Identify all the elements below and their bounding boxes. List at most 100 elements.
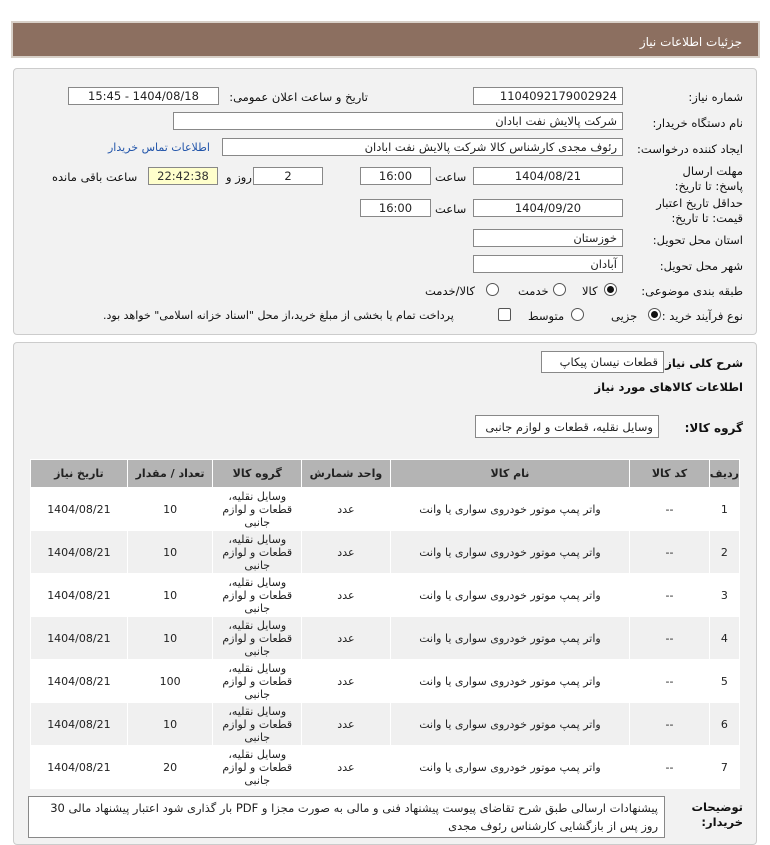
deadline-label: مهلت ارسال پاسخ: تا تاریخ: <box>674 164 743 193</box>
item-need-date: 1404/08/21 <box>30 573 128 617</box>
row-number: 1 <box>708 487 741 531</box>
item-unit: عدد <box>301 702 391 746</box>
col-header-unit: واحد شمارش <box>301 459 391 488</box>
days-label: روز و <box>226 170 252 184</box>
table-row[interactable]: 5 -- واتر پمپ موتور خودروی سواری یا وانت… <box>30 659 741 703</box>
item-code: -- <box>629 702 710 746</box>
announce-field[interactable]: 1404/08/18 - 15:45 <box>68 87 219 105</box>
item-name: واتر پمپ موتور خودروی سواری یا وانت <box>389 659 631 703</box>
remaining-time-field: 22:42:38 <box>148 167 218 185</box>
col-header-item-code: کد کالا <box>629 459 710 488</box>
category-service-radio[interactable] <box>553 283 566 296</box>
item-unit: عدد <box>301 659 391 703</box>
buyer-contact-link[interactable]: اطلاعات تماس خریدار <box>108 141 210 154</box>
creator-field[interactable]: رئوف مجدی کارشناس کالا شرکت پالایش نفت ا… <box>222 138 623 156</box>
col-header-item-name: نام کالا <box>389 459 631 488</box>
item-group: وسایل نقلیه، قطعات و لوازم جانبی <box>212 745 303 789</box>
item-group: وسایل نقلیه، قطعات و لوازم جانبی <box>212 487 303 531</box>
goods-info-title: اطلاعات کالاهای مورد نیاز <box>594 380 743 394</box>
item-need-date: 1404/08/21 <box>30 702 128 746</box>
purchase-minor-label: جزیی <box>611 309 638 323</box>
row-number: 2 <box>708 530 741 574</box>
table-row[interactable]: 1 -- واتر پمپ موتور خودروی سواری یا وانت… <box>30 487 741 531</box>
deadline-date-field[interactable]: 1404/08/21 <box>473 167 623 185</box>
purchase-minor-radio[interactable] <box>648 308 661 321</box>
col-header-row-number: ردیف <box>708 459 741 488</box>
item-unit: عدد <box>301 745 391 789</box>
general-desc-label: شرح کلی نیاز: <box>660 356 743 370</box>
item-name: واتر پمپ موتور خودروی سواری یا وانت <box>389 573 631 617</box>
item-quantity: 20 <box>126 745 214 789</box>
item-group: وسایل نقلیه، قطعات و لوازم جانبی <box>212 573 303 617</box>
buyer-org-field[interactable]: شرکت پالایش نفت ابادان <box>173 112 623 130</box>
table-row[interactable]: 7 -- واتر پمپ موتور خودروی سواری یا وانت… <box>30 745 741 789</box>
table-header-row: ردیف کد کالا نام کالا واحد شمارش گروه کا… <box>30 459 741 488</box>
item-name: واتر پمپ موتور خودروی سواری یا وانت <box>389 530 631 574</box>
purchase-medium-label: متوسط <box>528 309 565 323</box>
treasury-payment-note: پرداخت تمام یا بخشی از مبلغ خرید،از محل … <box>103 309 454 322</box>
row-number: 5 <box>708 659 741 703</box>
general-desc-field[interactable]: قطعات نیسان پیکاپ <box>541 351 664 373</box>
item-need-date: 1404/08/21 <box>30 616 128 660</box>
table-row[interactable]: 6 -- واتر پمپ موتور خودروی سواری یا وانت… <box>30 702 741 746</box>
need-number-label: شماره نیاز: <box>688 90 743 104</box>
col-header-quantity: تعداد / مقدار <box>126 459 214 488</box>
validity-date-field[interactable]: 1404/09/20 <box>473 199 623 217</box>
need-number-field[interactable]: 1104092179002924 <box>473 87 623 105</box>
item-unit: عدد <box>301 616 391 660</box>
days-remaining-field[interactable]: 2 <box>253 167 323 185</box>
col-header-need-date: تاریخ نیاز <box>30 459 128 488</box>
item-name: واتر پمپ موتور خودروی سواری یا وانت <box>389 616 631 660</box>
row-number: 3 <box>708 573 741 617</box>
item-code: -- <box>629 745 710 789</box>
buyer-notes-field[interactable]: پیشنهادات ارسالی طبق شرح تقاضای پیوست پی… <box>28 796 665 838</box>
validity-time-field[interactable]: 16:00 <box>360 199 431 217</box>
validity-time-label: ساعت <box>435 202 467 216</box>
city-label: شهر محل تحویل: <box>659 259 743 273</box>
category-both-radio[interactable] <box>486 283 499 296</box>
purchase-type-label: نوع فرآیند خرید : <box>661 309 743 323</box>
category-goods-radio[interactable] <box>604 283 617 296</box>
row-number: 4 <box>708 616 741 660</box>
province-label: استان محل تحویل: <box>652 233 743 247</box>
row-number: 7 <box>708 745 741 789</box>
table-row[interactable]: 4 -- واتر پمپ موتور خودروی سواری یا وانت… <box>30 616 741 660</box>
page-title: جزئیات اطلاعات نیاز <box>639 35 742 49</box>
item-code: -- <box>629 487 710 531</box>
goods-table: ردیف کد کالا نام کالا واحد شمارش گروه کا… <box>30 459 741 789</box>
item-unit: عدد <box>301 487 391 531</box>
buyer-notes-label: توضیحات خریدار: <box>691 800 744 829</box>
goods-group-field[interactable]: وسایل نقلیه، قطعات و لوازم جانبی <box>475 415 659 438</box>
category-label: طبقه بندی موضوعی: <box>641 284 743 298</box>
item-quantity: 10 <box>126 530 214 574</box>
page-header: جزئیات اطلاعات نیاز <box>11 21 760 58</box>
item-quantity: 10 <box>126 616 214 660</box>
remaining-time-label: ساعت باقی مانده <box>52 170 138 184</box>
item-group: وسایل نقلیه، قطعات و لوازم جانبی <box>212 530 303 574</box>
category-service-label: خدمت <box>518 284 549 298</box>
item-need-date: 1404/08/21 <box>30 659 128 703</box>
table-row[interactable]: 2 -- واتر پمپ موتور خودروی سواری یا وانت… <box>30 530 741 574</box>
category-both-label: کالا/خدمت <box>425 284 476 298</box>
deadline-time-field[interactable]: 16:00 <box>360 167 431 185</box>
item-name: واتر پمپ موتور خودروی سواری یا وانت <box>389 487 631 531</box>
item-need-date: 1404/08/21 <box>30 745 128 789</box>
category-goods-label: کالا <box>582 284 598 298</box>
province-field[interactable]: خوزستان <box>473 229 623 247</box>
item-code: -- <box>629 573 710 617</box>
item-name: واتر پمپ موتور خودروی سواری یا وانت <box>389 702 631 746</box>
item-group: وسایل نقلیه، قطعات و لوازم جانبی <box>212 659 303 703</box>
item-code: -- <box>629 616 710 660</box>
item-quantity: 10 <box>126 702 214 746</box>
table-row[interactable]: 3 -- واتر پمپ موتور خودروی سواری یا وانت… <box>30 573 741 617</box>
treasury-payment-checkbox[interactable] <box>498 308 511 321</box>
item-need-date: 1404/08/21 <box>30 530 128 574</box>
validity-label: حداقل تاریخ اعتبار قیمت: تا تاریخ: <box>656 196 743 225</box>
item-unit: عدد <box>301 573 391 617</box>
deadline-time-label: ساعت <box>435 170 467 184</box>
city-field[interactable]: آبادان <box>473 255 623 273</box>
goods-group-label: گروه کالا: <box>684 421 743 435</box>
purchase-medium-radio[interactable] <box>571 308 584 321</box>
buyer-org-label: نام دستگاه خریدار: <box>652 116 743 130</box>
item-quantity: 10 <box>126 487 214 531</box>
